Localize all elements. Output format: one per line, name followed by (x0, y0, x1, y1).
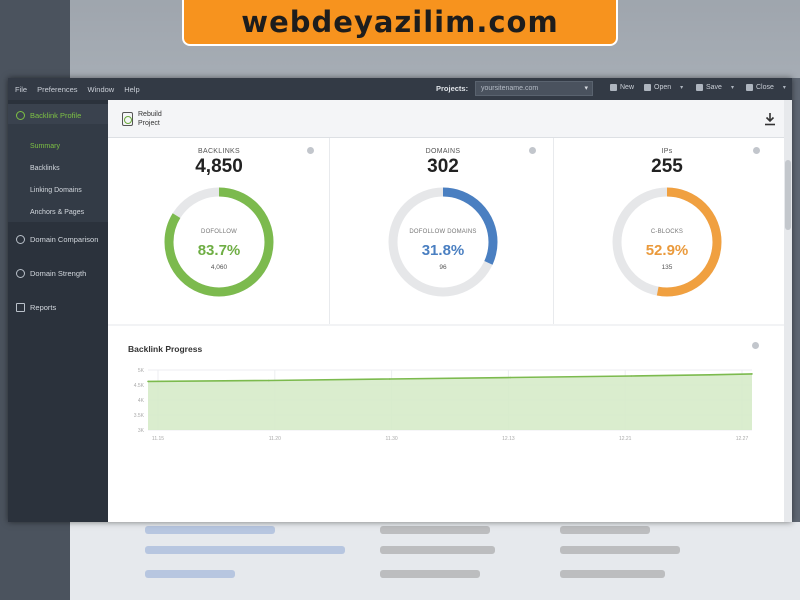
sidebar-item-label: Domain Comparison (30, 234, 99, 244)
donut-count: 96 (439, 264, 447, 271)
donut-percent: 83.7% (197, 242, 241, 259)
projects-label: Projects: (436, 84, 469, 93)
chevron-down-icon: ▾ (782, 85, 786, 91)
compare-icon (16, 234, 25, 244)
card-title: BACKLINKS (198, 148, 240, 155)
card-ips: IPs 255 C-BLOCKS 52.9% 135 (556, 138, 778, 324)
menu-preferences[interactable]: Preferences (32, 85, 82, 94)
sidebar-item-backlink-profile[interactable]: Backlink Profile (8, 104, 108, 126)
rebuild-label-line2: Project (138, 119, 160, 127)
close-button[interactable]: Close ▾ (746, 84, 786, 91)
main-content: Rebuild Project BACKLINKS 4,850 DOFOLLOW… (108, 100, 784, 522)
area-fill (148, 373, 752, 430)
y-tick-label: 3K (138, 428, 145, 434)
card-value: 4,850 (195, 156, 243, 177)
data-point (751, 373, 753, 375)
project-select-value: yoursitename.com (481, 85, 539, 92)
chevron-down-icon: ▾ (680, 85, 684, 91)
donut-label: DOFOLLOW (201, 229, 237, 235)
sidebar-item-domain-strength[interactable]: Domain Strength (8, 262, 108, 284)
backlink-progress-chart: 5K 4.5K 4K 3.5K 3K 11.15 11.20 11.30 12.13 12.21 1… (134, 368, 753, 442)
donut-percent: 52.9% (645, 242, 689, 259)
sidebar-item-label: Reports (30, 302, 57, 312)
help-icon[interactable] (529, 147, 536, 154)
chart-title: Backlink Progress (128, 344, 203, 354)
card-backlinks: BACKLINKS 4,850 DOFOLLOW 83.7% 4,060 (108, 138, 330, 324)
save-button[interactable]: Save ▾ (696, 84, 734, 91)
data-point (388, 378, 391, 380)
chevron-down-icon: ▾ (730, 85, 734, 91)
download-icon[interactable] (764, 112, 776, 126)
folder-icon (644, 84, 651, 91)
sidebar-item-domain-comparison[interactable]: Domain Comparison (8, 228, 108, 250)
report-icon (16, 302, 25, 312)
menu-window[interactable]: Window (83, 85, 120, 94)
close-label: Close (756, 84, 774, 91)
site-banner: webdeyazilim.com (182, 0, 618, 46)
open-label: Open (654, 84, 672, 91)
save-icon (696, 84, 703, 91)
sidebar-subitem-summary[interactable]: Summary (8, 136, 108, 156)
card-value: 302 (427, 156, 459, 177)
y-tick-label: 4.5K (134, 383, 145, 389)
donut-percent: 31.8% (421, 242, 465, 259)
y-tick-label: 5K (138, 368, 145, 374)
donut-label: C-BLOCKS (650, 229, 684, 235)
data-point (708, 374, 711, 376)
card-title: DOMAINS (425, 148, 461, 155)
sidebar-subitem-linking-domains[interactable]: Linking Domains (8, 180, 108, 200)
data-point (630, 375, 632, 377)
help-icon[interactable] (307, 147, 314, 154)
sidebar-item-label: Domain Strength (30, 268, 87, 278)
backlink-progress-panel: Backlink Progress 5K 4.5K 4K 3.5K 3K 11.15 11.… (108, 326, 784, 522)
x-tick-label: 12.27 (736, 436, 749, 442)
save-label: Save (706, 84, 722, 91)
project-select[interactable]: yoursitename.com ▾ (475, 81, 593, 96)
sidebar-subitem-backlinks[interactable]: Backlinks (8, 158, 108, 178)
help-icon[interactable] (753, 147, 760, 154)
menu-file[interactable]: File (8, 85, 32, 94)
x-tick-label: 11.30 (386, 436, 398, 442)
menu-help[interactable]: Help (119, 85, 144, 94)
new-label: New (620, 84, 635, 91)
new-button[interactable]: New (610, 84, 634, 91)
link-icon (16, 110, 25, 120)
rebuild-label-line1: Rebuild (138, 111, 162, 118)
donut-count: 4,060 (210, 264, 228, 271)
close-icon (746, 84, 753, 91)
open-button[interactable]: Open ▾ (644, 84, 683, 91)
x-tick-label: 11.20 (269, 436, 281, 442)
content-toolbar: Rebuild Project (108, 100, 784, 138)
help-icon[interactable] (752, 342, 759, 349)
sidebar-item-reports[interactable]: Reports (8, 296, 108, 318)
scrollbar[interactable] (784, 100, 792, 522)
app-window: File Preferences Window Help Projects: y… (8, 78, 792, 522)
summary-cards: BACKLINKS 4,850 DOFOLLOW 83.7% 4,060 DOM… (108, 138, 784, 324)
x-tick-label: 12.13 (502, 436, 515, 442)
y-tick-label: 4K (138, 398, 145, 404)
x-tick-label: 12.21 (619, 436, 632, 442)
donut-label: DOFOLLOW DOMAINS (409, 229, 477, 235)
chevron-down-icon: ▾ (584, 85, 588, 92)
data-point (147, 380, 149, 383)
sidebar-item-label: Backlink Profile (30, 110, 82, 120)
rebuild-project-button[interactable]: Rebuild Project (138, 111, 162, 128)
data-point (509, 376, 512, 379)
rebuild-icon[interactable] (122, 112, 133, 126)
card-title: IPs (661, 148, 673, 155)
donut-count: 135 (661, 264, 673, 271)
background-app-table (70, 522, 800, 600)
gauge-icon (16, 268, 25, 278)
sidebar-subitem-anchors-pages[interactable]: Anchors & Pages (8, 202, 108, 222)
card-value: 255 (651, 156, 683, 177)
sidebar: Backlink Profile Summary Backlinks Linki… (8, 100, 108, 522)
x-tick-label: 11.15 (152, 436, 164, 442)
y-tick-label: 3.5K (134, 413, 145, 419)
data-point (268, 379, 270, 382)
menu-bar: File Preferences Window Help Projects: y… (8, 78, 792, 100)
new-icon (610, 84, 617, 91)
card-domains: DOMAINS 302 DOFOLLOW DOMAINS 31.8% 96 (332, 138, 554, 324)
scrollbar-thumb[interactable] (785, 160, 791, 230)
